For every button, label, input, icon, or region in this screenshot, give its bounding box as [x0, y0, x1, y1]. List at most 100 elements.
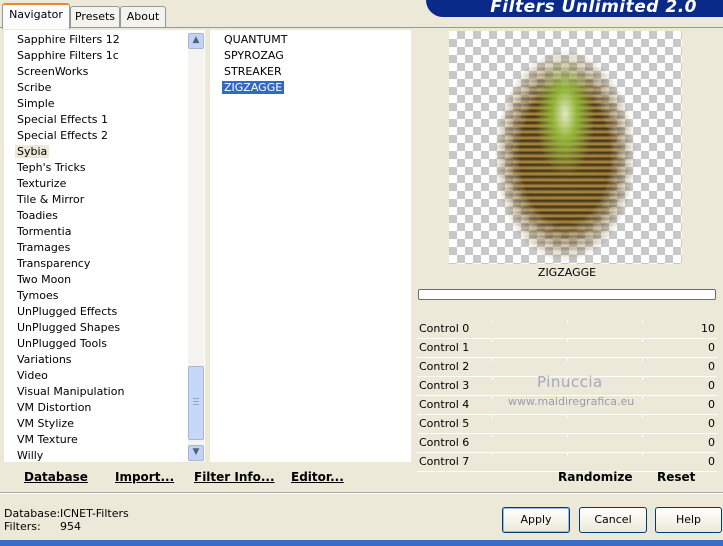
control-slider[interactable]: Control 5 0 — [417, 415, 717, 434]
category-item[interactable]: Scribe — [4, 80, 189, 96]
category-item[interactable]: Willy — [4, 448, 189, 464]
slider-tick — [567, 320, 568, 323]
filter-item[interactable]: QUANTUMT — [210, 32, 289, 48]
category-item[interactable]: Sapphire Filters 1c — [4, 48, 189, 64]
category-label: Sapphire Filters 12 — [17, 33, 120, 46]
category-label: Special Effects 1 — [17, 113, 109, 126]
tab-presets[interactable]: Presets — [70, 6, 120, 27]
filter-item[interactable]: STREAKER — [210, 64, 289, 80]
slider-tick — [567, 453, 568, 456]
filter-item[interactable]: ZIGZAGGE — [210, 80, 289, 96]
control-value: 0 — [708, 379, 715, 392]
category-item[interactable]: Teph's Tricks — [4, 160, 189, 176]
control-value: 0 — [708, 455, 715, 468]
slider-tick — [492, 320, 493, 323]
taskbar-strip — [0, 540, 723, 546]
database-button[interactable]: Database — [24, 470, 88, 484]
slider-tick — [642, 396, 643, 399]
control-value: 0 — [708, 341, 715, 354]
tab-panel-border — [0, 27, 723, 28]
category-label: Texturize — [17, 177, 67, 190]
category-label: Video — [17, 369, 48, 382]
category-item[interactable]: UnPlugged Shapes — [4, 320, 189, 336]
scroll-down-button[interactable]: ▼ — [188, 445, 204, 461]
database-label: Database: — [4, 507, 61, 520]
category-item[interactable]: VM Distortion — [4, 400, 189, 416]
control-slider[interactable]: Control 6 0 — [417, 434, 717, 453]
category-label: Transparency — [17, 257, 91, 270]
watermark-text: Pinuccia — [537, 373, 603, 391]
slider-tick — [642, 339, 643, 342]
category-scrollbar[interactable]: ▲ ▼ — [188, 33, 204, 462]
category-label: Scribe — [17, 81, 52, 94]
category-label: Two Moon — [17, 273, 72, 286]
control-name: Control 6 — [419, 436, 470, 449]
preview-image — [495, 51, 635, 261]
category-label: UnPlugged Tools — [17, 337, 107, 350]
category-item[interactable]: Special Effects 2 — [4, 128, 189, 144]
control-slider[interactable]: Control 0 10 — [417, 320, 717, 339]
category-item[interactable]: Tormentia — [4, 224, 189, 240]
category-label: VM Stylize — [17, 417, 74, 430]
watermark-url: www.maidiregrafica.eu — [508, 395, 635, 408]
category-item[interactable]: Tile & Mirror — [4, 192, 189, 208]
filter-items: QUANTUMT SPYROZAG STREAKER ZIGZAGGE — [210, 32, 289, 96]
category-label: Simple — [17, 97, 55, 110]
filter-list[interactable]: QUANTUMT SPYROZAG STREAKER ZIGZAGGE — [210, 30, 411, 462]
category-item[interactable]: Transparency — [4, 256, 189, 272]
category-item[interactable]: Sybia — [4, 144, 189, 160]
category-item[interactable]: Special Effects 1 — [4, 112, 189, 128]
slider-tick — [567, 358, 568, 361]
category-item[interactable]: Tramages — [4, 240, 189, 256]
category-item[interactable]: Video — [4, 368, 189, 384]
reset-button[interactable]: Reset — [657, 470, 695, 484]
category-label: Willy — [17, 449, 44, 462]
slider-tick — [492, 377, 493, 380]
category-item[interactable]: Tymoes — [4, 288, 189, 304]
import-button[interactable]: Import... — [115, 470, 174, 484]
category-item[interactable]: Visual Manipulation — [4, 384, 189, 400]
control-value: 10 — [701, 322, 715, 335]
category-item[interactable]: VM Texture — [4, 432, 189, 448]
apply-button[interactable]: Apply — [502, 507, 570, 533]
category-item[interactable]: Texturize — [4, 176, 189, 192]
slider-tick — [642, 358, 643, 361]
category-item[interactable]: ScreenWorks — [4, 64, 189, 80]
help-button[interactable]: Help — [655, 507, 722, 533]
category-item[interactable]: Variations — [4, 352, 189, 368]
tab-about[interactable]: About — [120, 6, 166, 27]
app-title: Filters Unlimited 2.0 — [490, 0, 697, 17]
control-slider[interactable]: Control 1 0 — [417, 339, 717, 358]
randomize-button[interactable]: Randomize — [558, 470, 632, 484]
slider-tick — [492, 358, 493, 361]
scroll-thumb[interactable] — [188, 366, 204, 440]
tab-navigator[interactable]: Navigator — [2, 3, 70, 29]
filter-item[interactable]: SPYROZAG — [210, 48, 289, 64]
filter-info-button[interactable]: Filter Info... — [194, 470, 275, 484]
slider-tick — [492, 453, 493, 456]
control-name: Control 5 — [419, 417, 470, 430]
slider-tick — [492, 434, 493, 437]
category-item[interactable]: Two Moon — [4, 272, 189, 288]
category-list[interactable]: Sapphire Filters 12 Sapphire Filters 1c Sc… — [4, 30, 205, 462]
category-label: Sybia — [15, 145, 50, 158]
category-label: VM Distortion — [17, 401, 92, 414]
category-item[interactable]: Toadies — [4, 208, 189, 224]
cancel-button[interactable]: Cancel — [579, 507, 647, 533]
category-item[interactable]: UnPlugged Tools — [4, 336, 189, 352]
control-value: 0 — [708, 360, 715, 373]
app-banner: Filters Unlimited 2.0 — [426, 0, 723, 17]
category-item[interactable]: VM Stylize — [4, 416, 189, 432]
category-label: UnPlugged Shapes — [17, 321, 121, 334]
category-item[interactable]: Simple — [4, 96, 189, 112]
scroll-up-button[interactable]: ▲ — [188, 33, 204, 49]
editor-button[interactable]: Editor... — [291, 470, 344, 484]
database-value: ICNET-Filters — [60, 507, 129, 520]
filter-preview — [449, 31, 682, 264]
control-name: Control 4 — [419, 398, 470, 411]
control-name: Control 2 — [419, 360, 470, 373]
category-item[interactable]: Sapphire Filters 12 — [4, 32, 189, 48]
control-name: Control 7 — [419, 455, 470, 468]
filter-label: ZIGZAGGE — [222, 81, 285, 94]
category-item[interactable]: UnPlugged Effects — [4, 304, 189, 320]
